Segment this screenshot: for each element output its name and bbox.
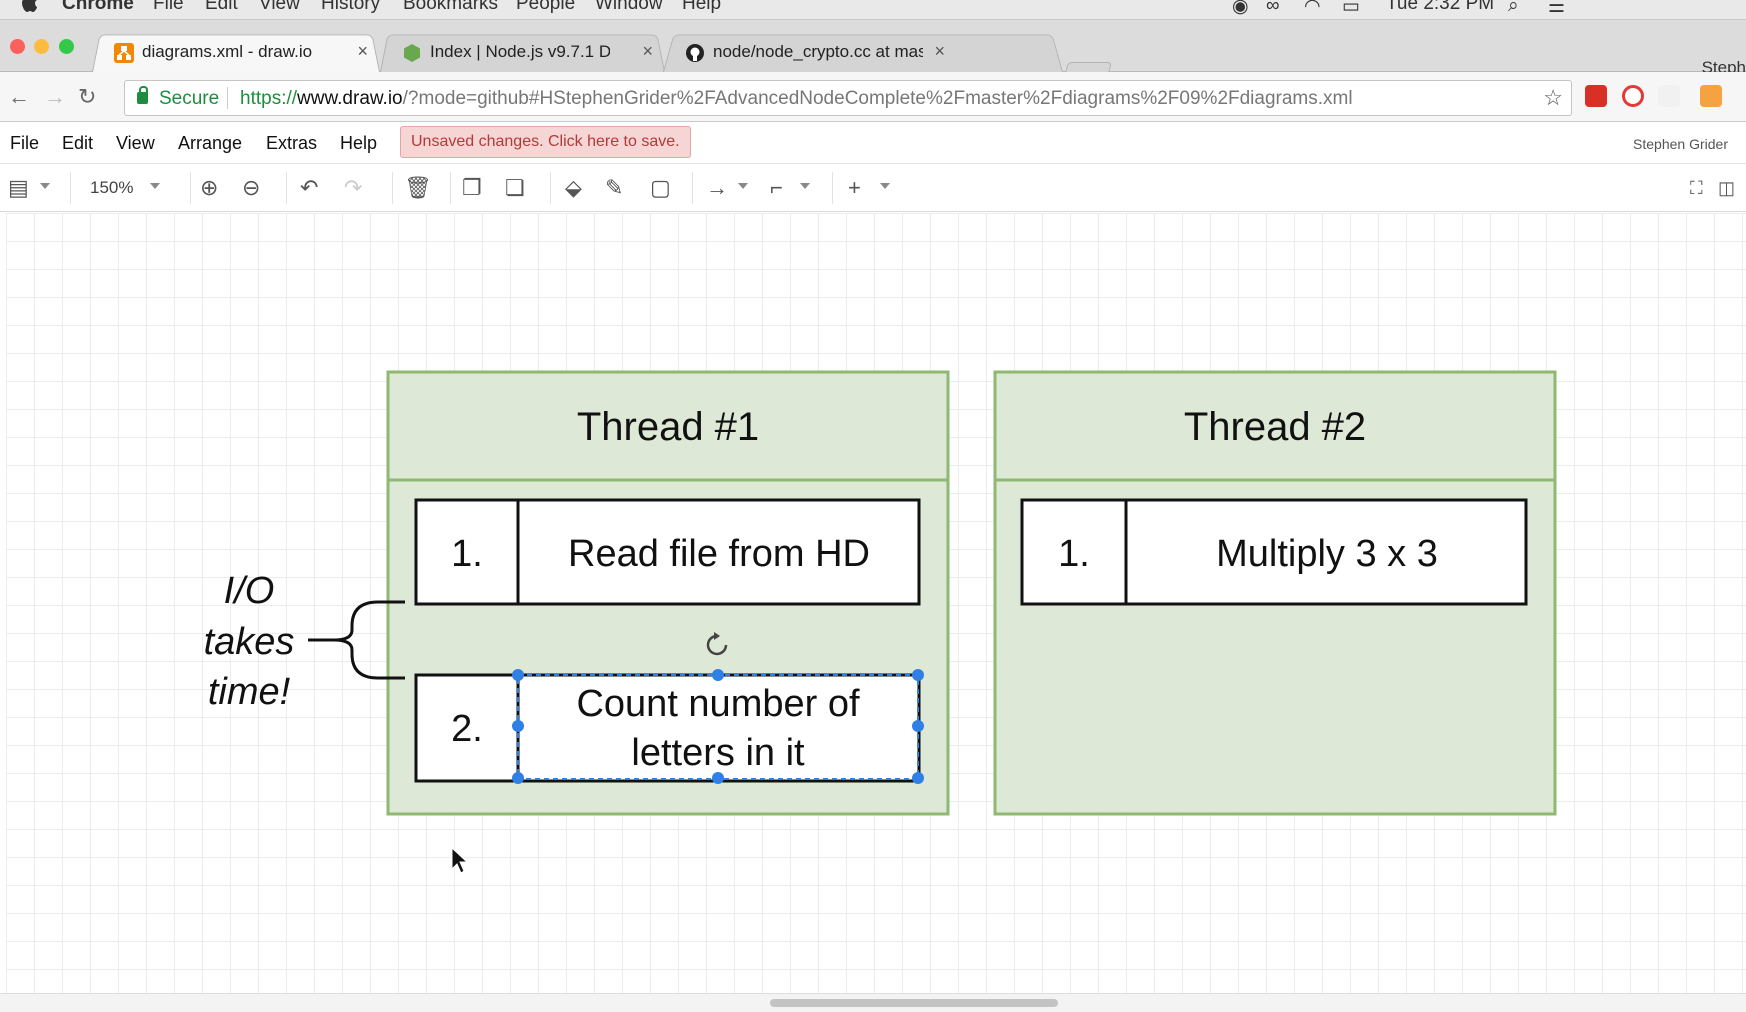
resize-handle[interactable] [912, 772, 924, 784]
annotation-line-3: time! [208, 671, 291, 713]
row-number: 1. [451, 533, 483, 575]
resize-handle[interactable] [512, 669, 524, 681]
row-label-line-1: Count number of [576, 683, 859, 725]
resize-handle[interactable] [712, 772, 724, 784]
resize-handle[interactable] [912, 669, 924, 681]
annotation-line-2: takes [204, 621, 295, 663]
resize-handle[interactable] [912, 720, 924, 732]
thread-1-row-2[interactable]: 2. Count number of letters in it [414, 673, 921, 783]
thread-2-title: Thread #2 [1184, 405, 1366, 449]
io-annotation[interactable]: I/O takes time! [204, 570, 405, 713]
resize-handle[interactable] [712, 669, 724, 681]
row-label-line-2: letters in it [631, 732, 805, 774]
thread-1-row-1[interactable]: 1. Read file from HD [414, 498, 921, 606]
thread-2-row-1[interactable]: 1. Multiply 3 x 3 [1020, 498, 1528, 606]
row-label: Multiply 3 x 3 [1216, 533, 1438, 575]
horizontal-scrollbar[interactable] [770, 999, 1058, 1007]
resize-handle[interactable] [512, 772, 524, 784]
row-number: 1. [1058, 533, 1090, 575]
diagram: Thread #1 1. Read file from HD 2. Count … [204, 370, 1557, 874]
resize-handle[interactable] [512, 720, 524, 732]
thread-1-title: Thread #1 [577, 405, 759, 449]
annotation-line-1: I/O [224, 570, 275, 612]
mouse-cursor-icon [451, 846, 469, 874]
row-number: 2. [451, 708, 483, 750]
row-label: Read file from HD [568, 533, 870, 575]
